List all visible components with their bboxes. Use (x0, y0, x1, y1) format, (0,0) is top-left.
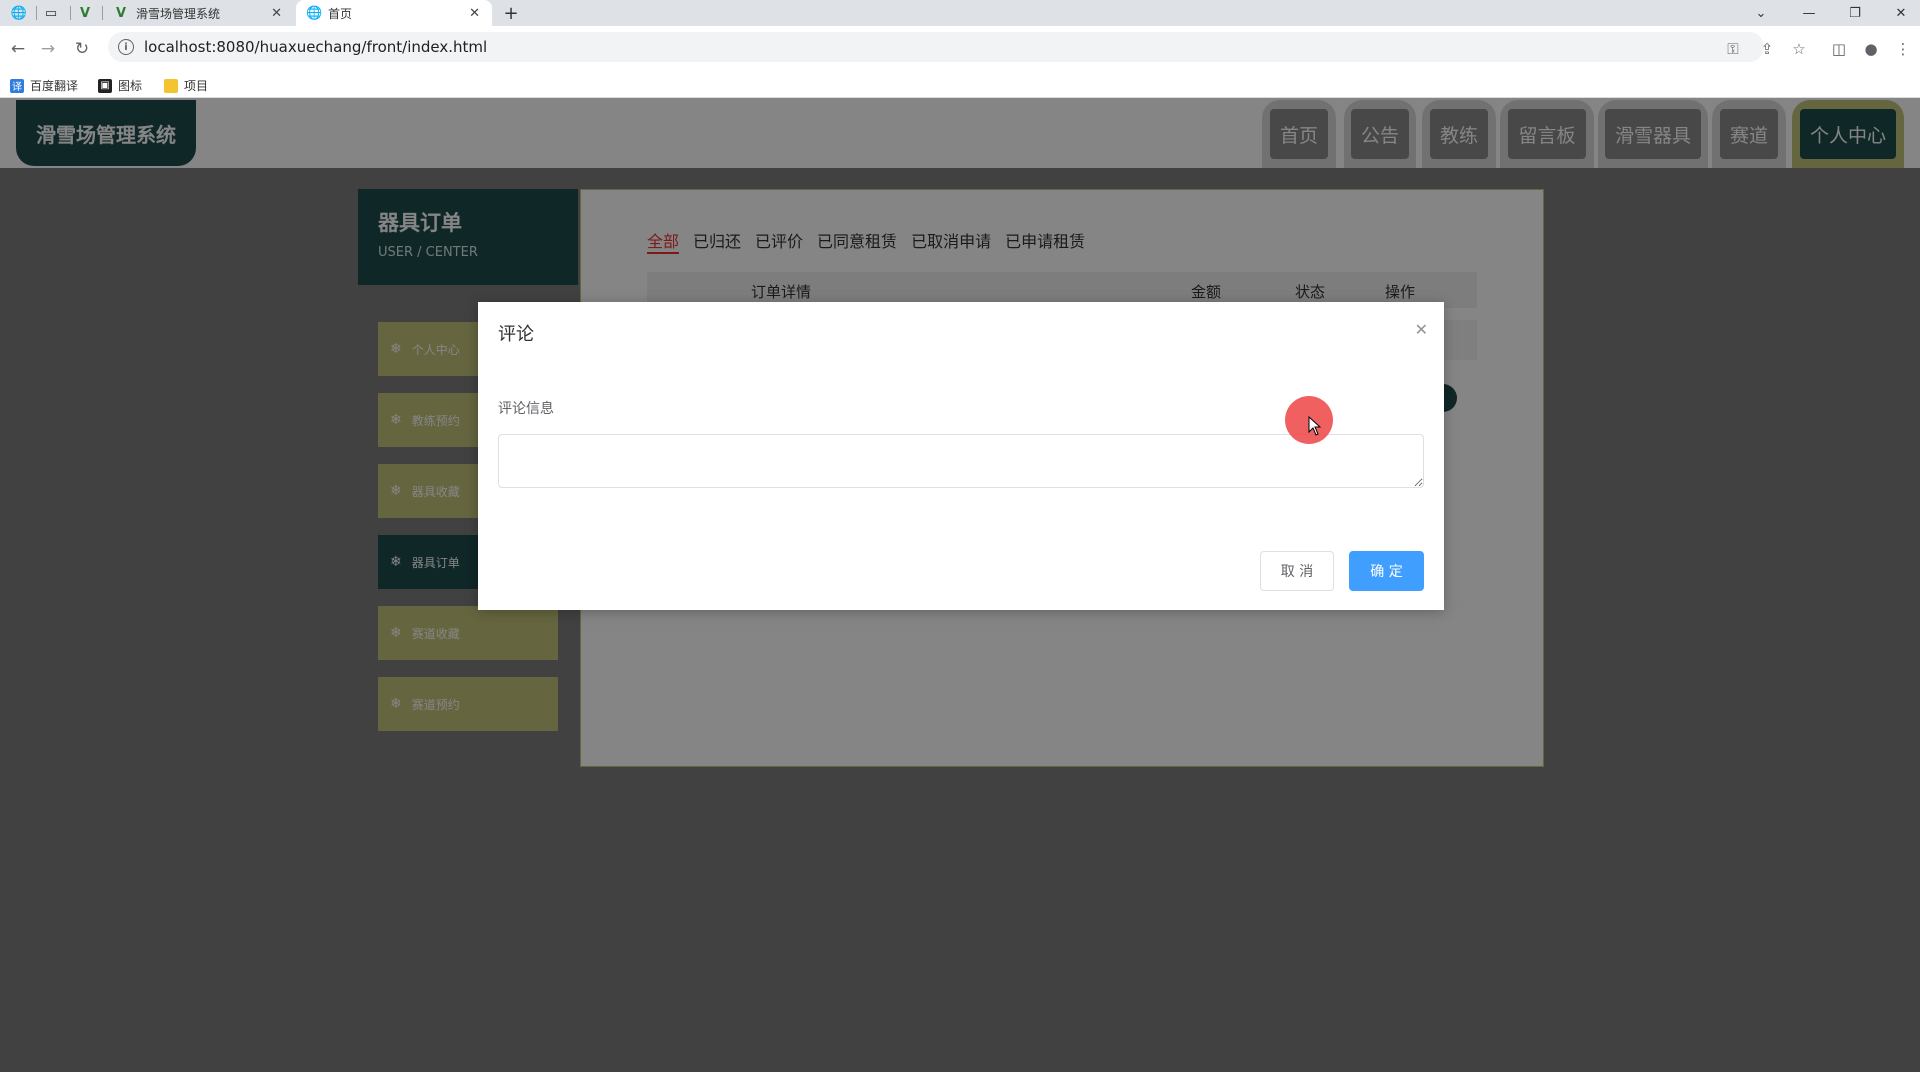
column-detail: 订单详情 (751, 283, 812, 301)
back-icon[interactable]: ← (6, 37, 30, 61)
image-icon: ▣ (98, 78, 112, 93)
sidebar-item-label: 赛道收藏 (411, 626, 460, 641)
key-icon[interactable]: ⚿ (1722, 37, 1744, 61)
nav-home[interactable]: 首页 (1262, 100, 1336, 168)
sidepanel-icon[interactable]: ◫ (1828, 37, 1850, 61)
snowflake-icon: ❄ (390, 696, 402, 712)
nav-label: 赛道 (1719, 109, 1778, 159)
sidebar-subtitle: USER / CENTER (378, 245, 478, 260)
bookmarks-bar: 译 百度翻译 ▣ 图标 项目 (0, 72, 1920, 98)
snowflake-icon: ❄ (390, 483, 402, 499)
bookmark-label: 百度翻译 (30, 77, 78, 94)
tab-separator (36, 6, 37, 20)
browser-tab-admin[interactable]: V 滑雪场管理系统 ✕ (104, 0, 294, 26)
bookmark-item[interactable]: 译 百度翻译 (10, 77, 78, 94)
sidebar-item-label: 赛道预约 (411, 697, 460, 712)
close-icon[interactable]: ✕ (1415, 320, 1428, 339)
dialog-title: 评论 (498, 324, 534, 345)
column-status: 状态 (1295, 283, 1326, 301)
nav-label: 滑雪器具 (1604, 109, 1701, 159)
sidebar-item-label: 教练预约 (411, 413, 460, 428)
tab-cancelled[interactable]: 已取消申请 (911, 228, 991, 254)
comment-dialog: 评论 ✕ 评论信息 取 消 确 定 (478, 302, 1444, 610)
info-icon[interactable]: i (118, 39, 134, 55)
snowflake-icon: ❄ (390, 625, 402, 641)
bookmark-label: 项目 (184, 79, 209, 93)
sidebar-item-label: 器具订单 (411, 555, 460, 570)
vue-icon: V (115, 5, 127, 21)
bookmark-label-text: 百度翻译 (30, 79, 79, 93)
snowflake-icon: ❄ (390, 412, 402, 428)
translate-icon: 译 (10, 78, 24, 93)
comment-textarea[interactable] (498, 434, 1424, 488)
menu-icon[interactable]: ⋮ (1892, 37, 1914, 61)
new-tab-icon[interactable]: + (500, 3, 522, 24)
url-input[interactable]: i localhost:8080/huaxuechang/front/index… (108, 32, 1764, 62)
column-action: 操作 (1385, 283, 1416, 301)
tab-separator (70, 6, 71, 20)
blank-tab-icon[interactable]: ▭ (40, 4, 62, 22)
close-window-icon[interactable]: ✕ (1878, 0, 1920, 26)
profile-icon[interactable]: ● (1860, 37, 1882, 61)
star-icon[interactable]: ☆ (1788, 37, 1810, 61)
sidebar-item-track-favorites[interactable]: ❄ 赛道收藏 (378, 606, 558, 660)
column-amount: 金额 (1191, 283, 1222, 301)
nav-ski-equipment[interactable]: 滑雪器具 (1598, 100, 1708, 168)
snowflake-icon: ❄ (390, 554, 402, 570)
nav-label: 公告 (1350, 109, 1409, 159)
tab-approved[interactable]: 已同意租赁 (817, 228, 897, 254)
minimize-icon[interactable]: — (1786, 0, 1832, 26)
bookmark-label: 图标 (118, 79, 143, 93)
cursor-arrow-icon (1308, 416, 1322, 436)
sidebar-header: 器具订单 USER / CENTER (358, 189, 578, 285)
address-bar: ← → ↻ i localhost:8080/huaxuechang/front… (0, 26, 1920, 72)
bookmark-item[interactable]: 项目 (164, 77, 208, 94)
nav-ski-track[interactable]: 赛道 (1712, 100, 1786, 168)
folder-icon (164, 78, 178, 93)
restore-icon[interactable]: ❐ (1832, 0, 1878, 26)
browser-tab-home[interactable]: 🌐 首页 ✕ (296, 0, 492, 26)
nav-notice[interactable]: 公告 (1344, 100, 1416, 168)
sidebar-item-label: 个人中心 (411, 342, 460, 357)
forward-icon[interactable]: → (36, 37, 60, 61)
nav-message-board[interactable]: 留言板 (1500, 100, 1594, 168)
tab-applied[interactable]: 已申请租赁 (1005, 228, 1085, 254)
nav-user-center[interactable]: 个人中心 (1792, 100, 1904, 168)
close-icon[interactable]: ✕ (469, 6, 480, 21)
site-logo[interactable]: 滑雪场管理系统 (16, 100, 196, 166)
sidebar-title: 器具订单 (378, 211, 462, 235)
order-status-tabs: 全部 已归还 已评价 已同意租赁 已取消申请 已申请租赁 (647, 228, 1099, 254)
sidebar-item-track-booking[interactable]: ❄ 赛道预约 (378, 677, 558, 731)
tab-title: 首页 (328, 6, 353, 21)
tab-separator (102, 6, 103, 20)
close-icon[interactable]: ✕ (271, 6, 282, 21)
reload-icon[interactable]: ↻ (70, 37, 94, 61)
nav-label: 留言板 (1508, 109, 1586, 159)
nav-label: 个人中心 (1799, 109, 1896, 159)
browser-tab-strip: 🌐 ▭ V V 滑雪场管理系统 ✕ 🌐 首页 ✕ + ⌄ — ❐ ✕ (0, 0, 1920, 26)
tab-title: 滑雪场管理系统 (136, 6, 221, 21)
confirm-button[interactable]: 确 定 (1349, 551, 1424, 591)
site-header: 滑雪场管理系统 首页 公告 教练 留言板 滑雪器具 赛道 个人中心 (0, 98, 1920, 168)
nav-label: 教练 (1429, 109, 1488, 159)
globe-icon[interactable]: 🌐 (8, 4, 30, 22)
snowflake-icon: ❄ (390, 341, 402, 357)
bookmark-item[interactable]: ▣ 图标 (98, 77, 142, 94)
nav-coach[interactable]: 教练 (1422, 100, 1496, 168)
url-text: localhost:8080/huaxuechang/front/index.h… (144, 38, 488, 56)
chevron-down-icon[interactable]: ⌄ (1738, 0, 1784, 26)
share-icon[interactable]: ⇪ (1756, 37, 1778, 61)
globe-icon: 🌐 (306, 5, 323, 21)
nav-label: 首页 (1269, 109, 1328, 159)
tab-reviewed[interactable]: 已评价 (755, 228, 803, 254)
tab-all[interactable]: 全部 (647, 228, 680, 254)
cancel-button[interactable]: 取 消 (1260, 551, 1334, 591)
vue-icon[interactable]: V (74, 4, 96, 22)
comment-label: 评论信息 (498, 401, 554, 417)
tab-returned[interactable]: 已归还 (693, 228, 741, 254)
sidebar-item-label: 器具收藏 (411, 484, 460, 499)
